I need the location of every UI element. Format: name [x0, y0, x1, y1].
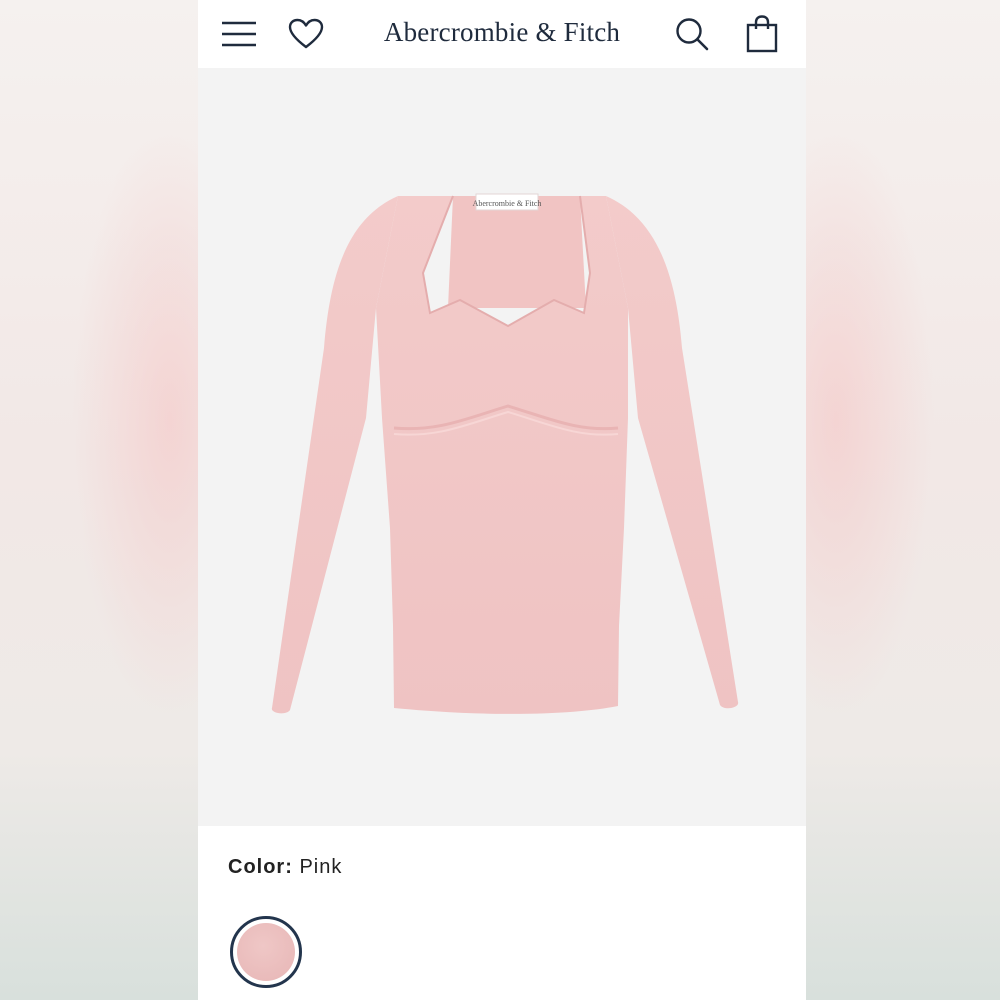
shopping-bag-icon[interactable] [742, 14, 782, 54]
color-swatch-pink[interactable] [230, 916, 302, 988]
color-label-value: Pink [299, 856, 343, 878]
hamburger-menu-icon[interactable] [219, 14, 259, 54]
blurred-background-right [806, 0, 1000, 1000]
mobile-page: Abercrombie & Fitch Abercrombie & Fitch … [198, 0, 806, 1000]
swatch-fill [237, 923, 295, 981]
brand-logo[interactable]: Abercrombie & Fitch [358, 14, 646, 50]
product-image[interactable]: Abercrombie & Fitch [198, 68, 806, 826]
brand-tag-text: Abercrombie & Fitch [473, 199, 542, 208]
heart-icon[interactable] [286, 14, 326, 54]
color-label-key: Color: [228, 856, 293, 878]
search-icon[interactable] [672, 14, 712, 54]
site-header: Abercrombie & Fitch [198, 0, 806, 68]
screen: Abercrombie & Fitch Abercrombie & Fitch … [0, 0, 1000, 1000]
sweater-illustration: Abercrombie & Fitch [271, 193, 739, 714]
color-label: Color: Pink [228, 856, 342, 879]
blurred-background-left [0, 0, 198, 1000]
color-selector: Color: Pink [198, 826, 806, 1000]
